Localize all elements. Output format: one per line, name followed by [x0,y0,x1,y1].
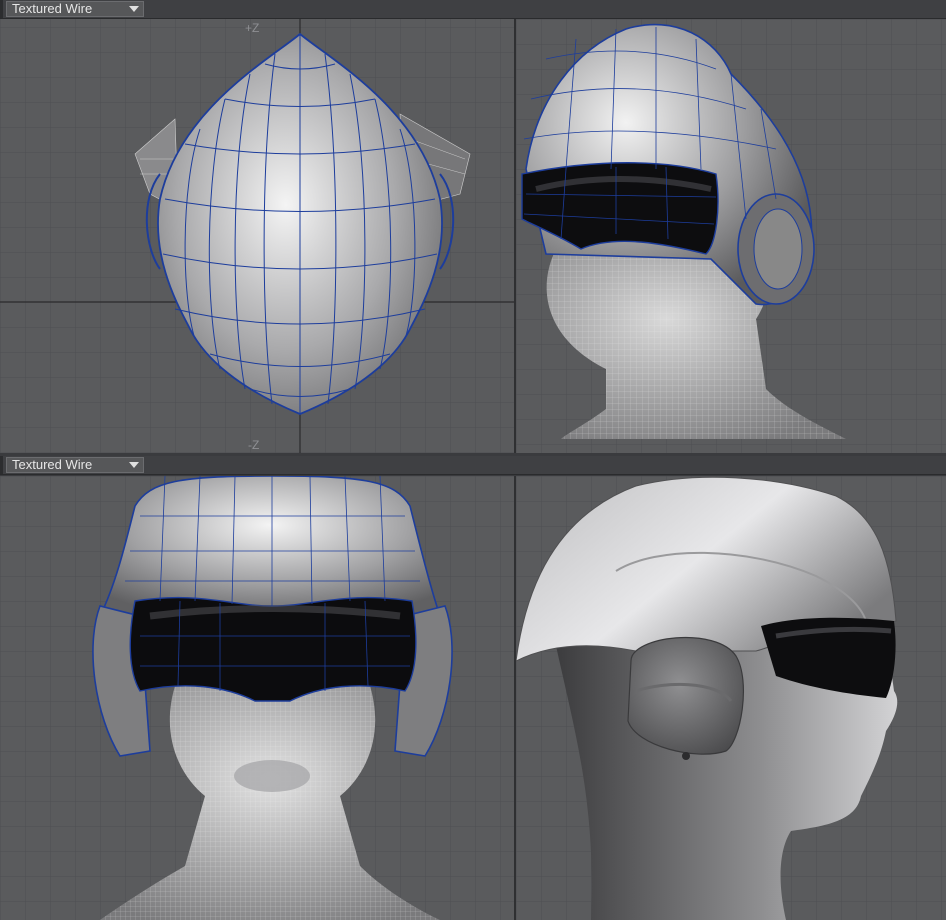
top-view-canvas: +Z -Z [0,19,514,453]
axis-label-minus-z: -Z [248,438,259,452]
side-shaded-canvas [516,476,946,920]
viewport-perspective-wire[interactable] [516,19,946,453]
viewport-front-orthographic[interactable] [0,476,514,920]
bottom-view-mode-dropdown[interactable]: Textured Wire [6,457,144,473]
front-view-canvas [0,476,514,920]
panel-edge [0,0,3,18]
modeler-window: Textured Wire +Z -Z Textured Wire [0,0,946,920]
bottom-viewport-header: Textured Wire [0,456,946,475]
perspective-wire-canvas [516,19,946,453]
axis-label-plus-z: +Z [245,21,259,35]
chevron-down-icon [129,462,139,468]
top-viewport-header: Textured Wire [0,0,946,19]
top-view-mode-dropdown[interactable]: Textured Wire [6,1,144,17]
panel-edge [0,456,3,474]
viewport-top-orthographic[interactable]: +Z -Z [0,19,514,453]
bottom-view-mode-label: Textured Wire [12,457,93,472]
viewport-divider[interactable] [514,19,516,453]
chevron-down-icon [129,6,139,12]
viewport-side-shaded[interactable] [516,476,946,920]
viewport-divider[interactable] [514,476,516,920]
top-view-mode-label: Textured Wire [12,1,93,16]
